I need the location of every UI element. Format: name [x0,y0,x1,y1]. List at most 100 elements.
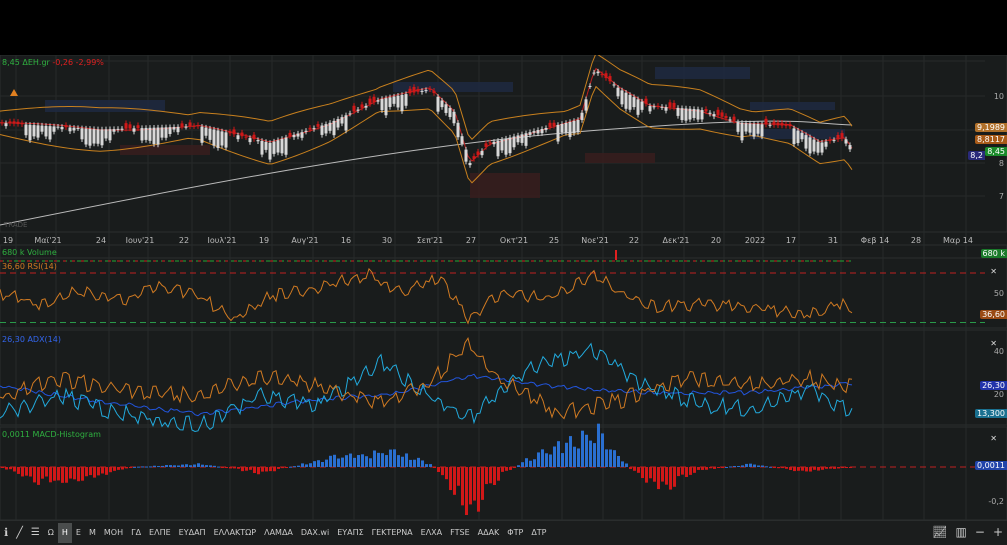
toolbar-symbol-6[interactable]: ΕΛΠΕ [145,523,175,543]
macd-histogram-bar [73,467,76,480]
macd-histogram-bar [337,458,340,467]
toolbar-symbol-16[interactable]: ΦΤΡ [503,523,527,543]
candle [464,149,468,162]
candle [408,88,412,94]
candle [328,122,332,131]
candle [380,98,384,111]
candle [388,97,392,107]
candle [756,124,760,134]
toolbar-symbol-0[interactable]: Ω [44,523,58,543]
macd-histogram-bar [197,463,200,467]
candle [192,125,196,127]
macd-histogram-bar [301,463,304,467]
macd-histogram-bar [109,467,112,473]
info-icon[interactable]: ℹ [0,523,12,543]
candle [28,124,32,141]
toolbar-symbol-1[interactable]: Η [57,523,72,543]
macd-histogram-bar [657,467,660,490]
macd-histogram-bar [5,467,8,470]
candle [708,112,712,114]
toolbar-symbol-2[interactable]: Ε [72,523,85,543]
macd-histogram-bar [53,467,56,481]
chart-canvas[interactable] [0,55,1007,520]
macd-histogram-bar [141,466,144,468]
close-adx-icon[interactable]: ✕ [990,339,997,348]
macd-histogram-bar [165,465,168,467]
bottom-toolbar: ℹ ╱ ☰ Ω Η Ε Μ ΜΟΗ ΓΔ ΕΛΠΕ ΕΥΔΑΠ ΕΛΛΑΚΤΩΡ ΛΑΜΔΑ DAX… [0,520,1007,545]
macd-histogram-bar [757,465,760,467]
macd-histogram-bar [517,465,520,467]
candle [104,129,108,139]
candle [260,140,264,155]
candle [164,127,168,138]
toolbar-symbol-7[interactable]: ΕΥΔΑΠ [175,523,210,543]
macd-histogram-bar [477,467,480,512]
macd-histogram-bar [609,449,612,467]
macd-histogram-bar [509,467,512,470]
toolbar-symbol-15[interactable]: ΑΔΑΚ [474,523,504,543]
macd-histogram-bar [169,465,172,467]
line-chart-icon[interactable]: 📈︎ [932,525,947,539]
macd-histogram-bar [345,455,348,467]
candle [660,106,664,108]
price-tag-lower: 8,2 [968,151,985,160]
macd-histogram-bar [157,466,160,468]
toolbar-symbol-12[interactable]: ΓΕΚΤΕΡΝΑ [368,523,417,543]
toolbar-symbol-9[interactable]: ΛΑΜΔΑ [260,523,297,543]
indicators-icon[interactable]: ☰ [27,523,44,543]
candle [792,128,796,145]
watermark: TRADE [4,221,28,229]
macd-histogram-bar [137,466,140,468]
candle [816,141,820,153]
candle [48,126,52,140]
macd-histogram-bar [249,467,252,470]
candle [720,112,724,117]
toolbar-symbol-3[interactable]: Μ [85,523,100,543]
macd-histogram-bar [425,464,428,467]
macd-histogram-bar [773,467,776,468]
toolbar-symbol-10[interactable]: DAX.wi [297,523,333,543]
toolbar-symbol-17[interactable]: ΔΤΡ [527,523,550,543]
macd-histogram-bar [97,467,100,476]
macd-histogram-bar [245,467,248,471]
candle [236,135,240,140]
macd-histogram-bar [409,459,412,467]
time-axis-label: 24 [95,236,107,245]
draw-line-icon[interactable]: ╱ [12,523,27,543]
time-axis-label: 2022 [744,236,766,245]
toolbar-symbol-4[interactable]: ΜΟΗ [100,523,127,543]
macd-histogram-bar [833,467,836,469]
macd-histogram-bar [417,457,420,467]
adx-axis-40: 40 [993,347,1004,356]
zoom-out-icon[interactable]: − [975,525,985,539]
macd-histogram-bar [429,464,432,467]
candle [472,156,476,159]
time-axis-label: 19 [2,236,14,245]
zoom-in-icon[interactable]: + [993,525,1003,539]
toolbar-symbol-8[interactable]: ΕΛΛΑΚΤΩΡ [210,523,261,543]
toolbar-symbol-14[interactable]: FTSE [446,523,473,543]
candle [736,122,740,132]
candle [288,132,292,137]
candle [52,126,56,132]
candle [844,139,848,144]
macd-histogram-bar [117,467,120,470]
candle [560,123,564,133]
close-rsi-icon[interactable]: ✕ [990,267,997,276]
candle [700,110,704,120]
macd-histogram-bar [585,434,588,467]
candle [208,128,212,140]
candle [432,90,436,94]
candle [224,132,228,148]
bar-chart-icon[interactable]: ▥ [956,525,967,539]
candle [272,141,276,154]
close-macd-icon[interactable]: ✕ [990,434,997,443]
toolbar-symbol-11[interactable]: ΕΥΑΠΣ [333,523,367,543]
toolbar-symbol-5[interactable]: ΓΔ [127,523,145,543]
candle [524,133,528,146]
candle [824,141,828,147]
macd-histogram-bar [577,448,580,467]
toolbar-symbol-13[interactable]: ΕΛΧΑ [417,523,446,543]
candle [280,138,284,154]
candle [92,129,96,144]
